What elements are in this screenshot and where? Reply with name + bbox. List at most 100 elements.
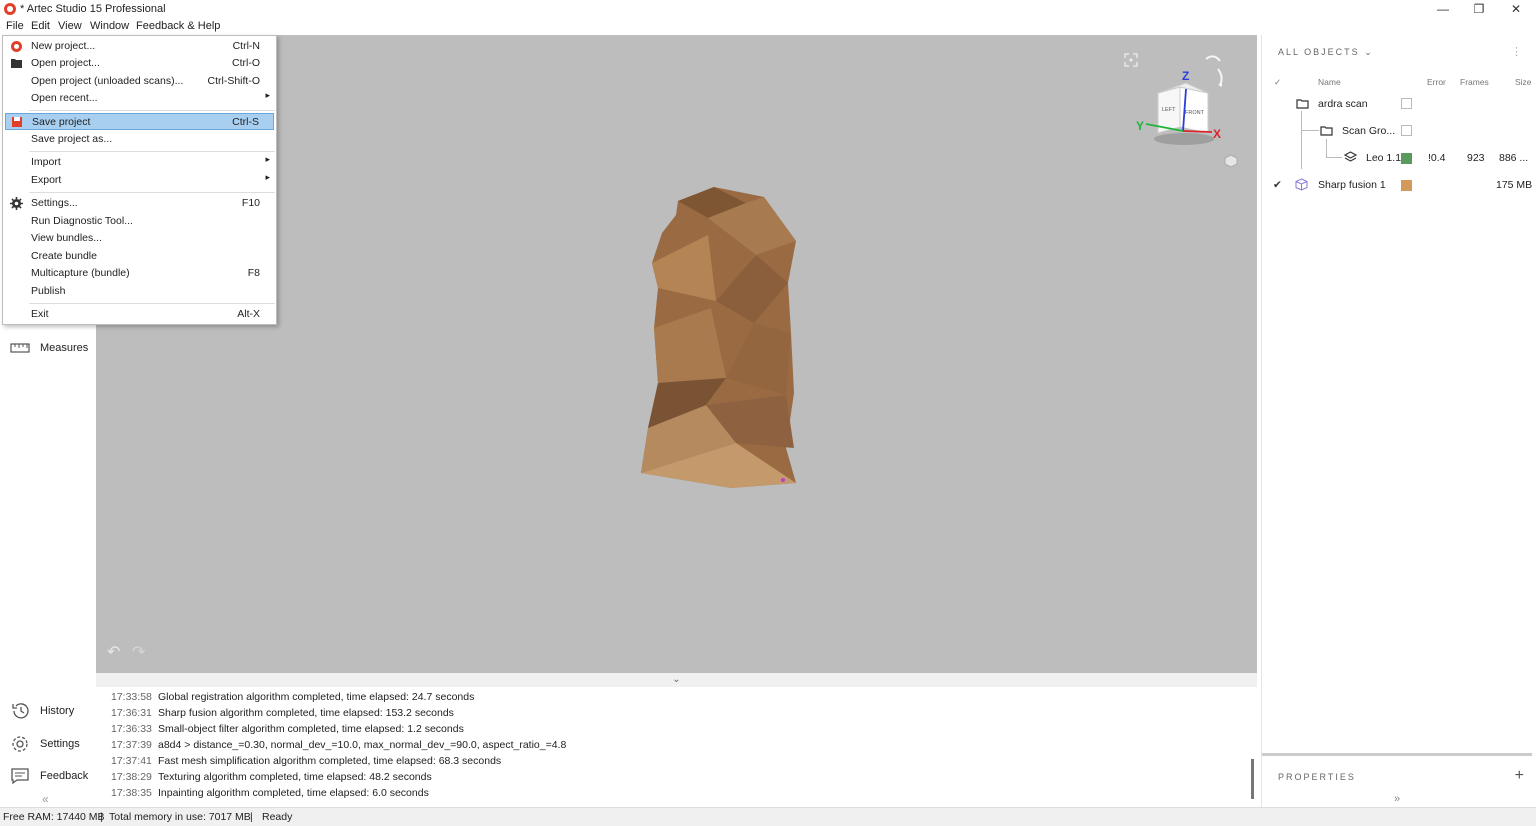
close-button[interactable]: ✕: [1498, 0, 1534, 19]
object-size: 175 MB: [1496, 179, 1533, 191]
orientation-gizmo[interactable]: LEFT FRONT Z Y X: [1134, 49, 1244, 169]
menu-item-view-bundles[interactable]: View bundles...: [5, 230, 274, 247]
feedback-icon: [11, 768, 29, 785]
log-row: 17:36:33 Small-object filter algorithm co…: [111, 723, 464, 735]
undo-icon[interactable]: ↶: [107, 642, 120, 662]
object-row-scan-group[interactable]: Scan Gro...: [1262, 118, 1536, 144]
object-name: Scan Gro...: [1342, 125, 1396, 137]
menu-item-new-project[interactable]: New project... Ctrl-N: [5, 38, 274, 55]
gizmo-z-label: Z: [1182, 69, 1189, 83]
log-splitter[interactable]: ⌄: [96, 673, 1257, 687]
status-separator: |: [250, 811, 253, 823]
gizmo-front-label: FRONT: [1185, 110, 1205, 116]
all-objects-header[interactable]: ALL OBJECTS ⌄: [1278, 47, 1374, 58]
checkmark-icon[interactable]: ✔: [1273, 179, 1282, 191]
log-row: 17:38:35 Inpainting algorithm completed, …: [111, 787, 429, 799]
column-name[interactable]: Name: [1318, 77, 1341, 87]
object-name: ardra scan: [1318, 98, 1368, 110]
menu-edit[interactable]: Edit: [31, 20, 50, 32]
object-row-ardra-scan[interactable]: ardra scan: [1262, 91, 1536, 117]
log-row: 17:37:41 Fast mesh simplification algorit…: [111, 755, 502, 767]
menu-item-open-project[interactable]: Open project... Ctrl-O: [5, 55, 274, 72]
save-icon: [12, 117, 22, 127]
column-size[interactable]: Size: [1515, 77, 1532, 87]
menu-item-import[interactable]: Import ▸: [5, 154, 274, 171]
menu-separator: [29, 151, 275, 152]
cube-icon: [1295, 178, 1308, 191]
color-swatch[interactable]: [1401, 180, 1412, 191]
menu-separator: [29, 303, 275, 304]
object-name: Leo 1.1: [1366, 152, 1402, 164]
log-row: 17:33:58 Global registration algorithm co…: [111, 691, 475, 703]
nav-settings-label: Settings: [40, 738, 80, 750]
object-size: 886 ...: [1499, 152, 1529, 164]
add-property-button[interactable]: +: [1515, 767, 1524, 785]
menu-item-open-project-unloaded[interactable]: Open project (unloaded scans)... Ctrl-Shi…: [5, 73, 274, 90]
file-menu-dropdown: New project... Ctrl-N Open project... Ctrl…: [2, 35, 277, 325]
collapse-left-panel-button[interactable]: «: [42, 792, 49, 806]
redo-icon[interactable]: ↷: [132, 642, 145, 662]
title-bar: * Artec Studio 15 Professional — ❐ ✕: [0, 0, 1536, 19]
nav-history-label: History: [40, 705, 75, 717]
log-scrollbar[interactable]: [1251, 759, 1254, 799]
more-options-icon[interactable]: ⋮: [1511, 45, 1522, 58]
artec-logo-icon: [4, 3, 16, 15]
log-row: 17:36:31 Sharp fusion algorithm completed…: [111, 707, 454, 719]
object-frames: 923: [1467, 152, 1485, 164]
submenu-arrow-icon: ▸: [265, 90, 270, 100]
submenu-arrow-icon: ▸: [265, 154, 270, 164]
status-separator: |: [100, 811, 103, 823]
visibility-checkbox[interactable]: [1401, 125, 1412, 136]
maximize-button[interactable]: ❐: [1461, 0, 1497, 19]
gear-icon: [10, 197, 23, 210]
menu-item-publish[interactable]: Publish: [5, 283, 274, 300]
nav-measures[interactable]: Measures: [10, 338, 94, 358]
object-row-leo[interactable]: Leo 1.1 !0.4 923 886 ...: [1262, 145, 1536, 171]
chevron-down-icon[interactable]: ⌄: [1364, 47, 1374, 57]
status-bar: Free RAM: 17440 MB | Total memory in use…: [0, 807, 1536, 826]
visibility-checkbox[interactable]: [1401, 98, 1412, 109]
menu-view[interactable]: View: [58, 20, 82, 32]
gizmo-x-label: X: [1213, 127, 1221, 141]
log-row: 17:37:39 a8d4 > distance_=0.30, normal_de…: [111, 739, 567, 751]
menu-item-exit[interactable]: Exit Alt-X: [5, 306, 274, 323]
nav-history[interactable]: History: [10, 701, 94, 721]
menu-item-save-project-as[interactable]: Save project as...: [5, 131, 274, 148]
color-swatch[interactable]: [1401, 153, 1412, 164]
nav-feedback-label: Feedback: [40, 770, 89, 782]
window-title: * Artec Studio 15 Professional: [20, 3, 166, 15]
column-frames[interactable]: Frames: [1460, 77, 1489, 87]
column-error[interactable]: Error: [1427, 77, 1446, 87]
menu-item-create-bundle[interactable]: Create bundle: [5, 248, 274, 265]
menu-item-save-project[interactable]: Save project Ctrl-S: [5, 113, 274, 130]
nav-feedback[interactable]: Feedback: [10, 766, 94, 786]
nav-measures-label: Measures: [40, 342, 89, 354]
properties-header: PROPERTIES: [1278, 772, 1356, 782]
3d-model-mesh[interactable]: [636, 183, 801, 493]
menu-item-multicapture[interactable]: Multicapture (bundle) F8: [5, 265, 274, 282]
menu-item-run-diagnostic[interactable]: Run Diagnostic Tool...: [5, 213, 274, 230]
menu-item-export[interactable]: Export ▸: [5, 172, 274, 189]
status-text: Ready: [262, 811, 293, 823]
menu-item-settings[interactable]: Settings... F10: [5, 195, 274, 212]
object-name: Sharp fusion 1: [1318, 179, 1386, 191]
collapse-right-panel-button[interactable]: »: [1394, 793, 1400, 805]
submenu-arrow-icon: ▸: [265, 172, 270, 182]
menu-feedback-help[interactable]: Feedback & Help: [136, 20, 220, 32]
menu-item-open-recent[interactable]: Open recent... ▸: [5, 90, 274, 107]
minimize-button[interactable]: —: [1425, 0, 1461, 19]
cube-view-icon[interactable]: [1224, 154, 1238, 168]
nav-settings[interactable]: Settings: [10, 734, 94, 754]
folder-icon: [11, 59, 22, 68]
object-row-sharp-fusion[interactable]: ✔ Sharp fusion 1 175 MB: [1262, 172, 1536, 198]
object-error: !0.4: [1428, 152, 1446, 164]
folder-icon: [1320, 126, 1333, 136]
column-check[interactable]: ✓: [1274, 77, 1281, 88]
menu-window[interactable]: Window: [90, 20, 129, 32]
menu-file[interactable]: File: [6, 20, 24, 32]
folder-icon: [1296, 99, 1309, 109]
ruler-icon: [10, 343, 30, 353]
panel-splitter[interactable]: [1262, 753, 1532, 756]
menu-separator: [29, 192, 275, 193]
history-icon: [12, 703, 29, 719]
